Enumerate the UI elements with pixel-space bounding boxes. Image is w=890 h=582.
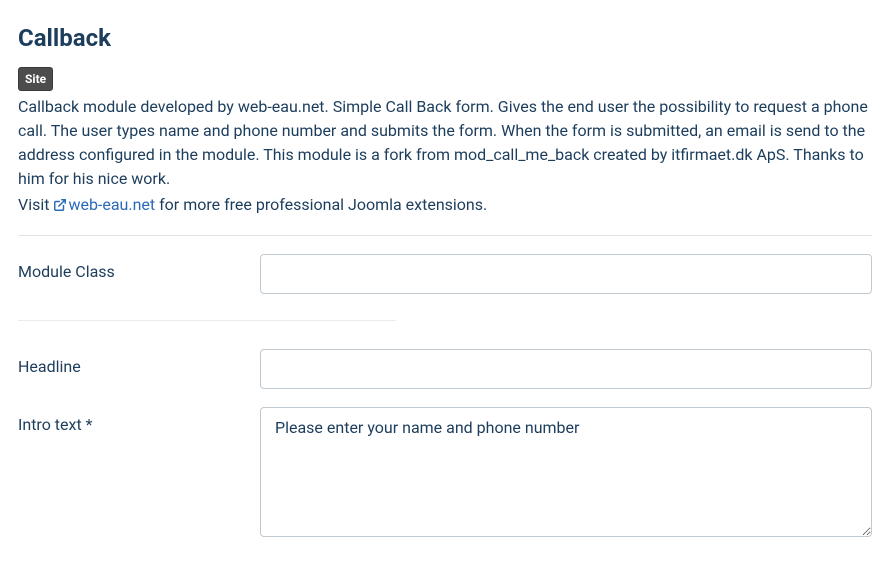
headline-input[interactable]	[260, 349, 872, 389]
module-description: Callback module developed by web-eau.net…	[18, 95, 872, 191]
external-link-icon	[53, 198, 67, 212]
module-class-wrap	[260, 254, 872, 294]
headline-wrap	[260, 349, 872, 389]
link-text: web-eau.net	[68, 195, 155, 214]
headline-label: Headline	[18, 349, 260, 379]
intro-text-input[interactable]: Please enter your name and phone number	[260, 407, 872, 537]
section-divider	[18, 235, 872, 236]
intro-text-label: Intro text *	[18, 407, 260, 437]
subsection-divider	[18, 320, 396, 321]
module-class-label: Module Class	[18, 254, 260, 284]
module-class-row: Module Class	[18, 254, 872, 294]
visit-line: Visit web-eau.net for more free professi…	[18, 193, 872, 217]
website-link[interactable]: web-eau.net	[53, 195, 155, 214]
module-class-input[interactable]	[260, 254, 872, 294]
page-title: Callback	[18, 20, 872, 56]
intro-text-row: Intro text * Please enter your name and …	[18, 407, 872, 544]
site-badge: Site	[18, 67, 53, 91]
headline-row: Headline	[18, 349, 872, 389]
intro-text-wrap: Please enter your name and phone number	[260, 407, 872, 544]
visit-prefix: Visit	[18, 195, 53, 214]
visit-suffix: for more free professional Joomla extens…	[155, 195, 487, 214]
